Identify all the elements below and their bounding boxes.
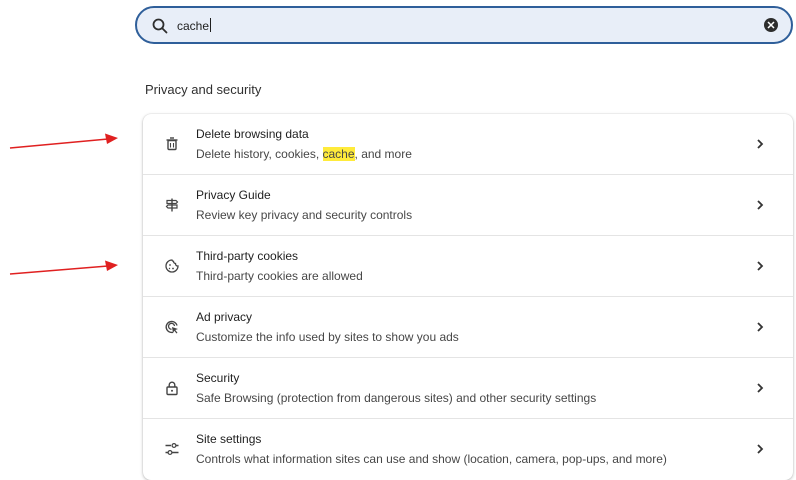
row-third-party-cookies[interactable]: Third-party cookies Third-party cookies … bbox=[143, 236, 793, 297]
section-title: Privacy and security bbox=[145, 82, 262, 97]
row-security[interactable]: Security Safe Browsing (protection from … bbox=[143, 358, 793, 419]
row-title: Security bbox=[196, 371, 240, 385]
row-ad-privacy[interactable]: Ad privacy Customize the info used by si… bbox=[143, 297, 793, 358]
search-highlight: cache bbox=[322, 147, 355, 161]
subtitle-text: , and more bbox=[354, 147, 412, 161]
settings-search-bar[interactable]: cache bbox=[135, 6, 793, 44]
ad-privacy-icon bbox=[165, 320, 178, 334]
row-delete-browsing-data[interactable]: Delete browsing data Delete history, coo… bbox=[143, 114, 793, 175]
sliders-icon bbox=[165, 442, 179, 456]
search-input[interactable]: cache bbox=[177, 18, 211, 33]
annotation-arrow-delete-browsing-data bbox=[9, 133, 118, 149]
row-subtitle: Delete history, cookies, cache, and more bbox=[196, 147, 412, 161]
lock-icon bbox=[166, 381, 178, 396]
row-title: Delete browsing data bbox=[196, 127, 309, 141]
privacy-security-card: Delete browsing data Delete history, coo… bbox=[143, 114, 793, 480]
compass-guide-icon bbox=[165, 198, 179, 212]
row-title: Third-party cookies bbox=[196, 249, 299, 263]
subtitle-text: Delete history, cookies, bbox=[196, 147, 323, 161]
row-subtitle: Review key privacy and security controls bbox=[196, 208, 413, 222]
chevron-right-icon bbox=[757, 200, 764, 210]
trash-icon bbox=[166, 137, 178, 151]
clear-search-button[interactable] bbox=[764, 18, 778, 32]
search-icon bbox=[152, 18, 168, 34]
row-title: Privacy Guide bbox=[196, 188, 271, 202]
row-title: Site settings bbox=[196, 432, 262, 446]
chevron-right-icon bbox=[757, 139, 764, 149]
row-subtitle: Controls what information sites can use … bbox=[196, 452, 667, 466]
row-title: Ad privacy bbox=[196, 310, 253, 324]
clear-icon bbox=[767, 21, 775, 29]
chevron-right-icon bbox=[757, 444, 764, 454]
chevron-right-icon bbox=[757, 383, 764, 393]
row-subtitle: Customize the info used by sites to show… bbox=[196, 330, 459, 344]
row-privacy-guide[interactable]: Privacy Guide Review key privacy and sec… bbox=[143, 175, 793, 236]
chevron-right-icon bbox=[757, 322, 764, 332]
row-site-settings[interactable]: Site settings Controls what information … bbox=[143, 419, 793, 480]
annotation-arrow-third-party-cookies bbox=[9, 260, 118, 275]
cookie-icon bbox=[165, 259, 179, 273]
row-subtitle: Third-party cookies are allowed bbox=[196, 269, 363, 283]
row-subtitle: Safe Browsing (protection from dangerous… bbox=[196, 391, 597, 405]
chevron-right-icon bbox=[757, 261, 764, 271]
